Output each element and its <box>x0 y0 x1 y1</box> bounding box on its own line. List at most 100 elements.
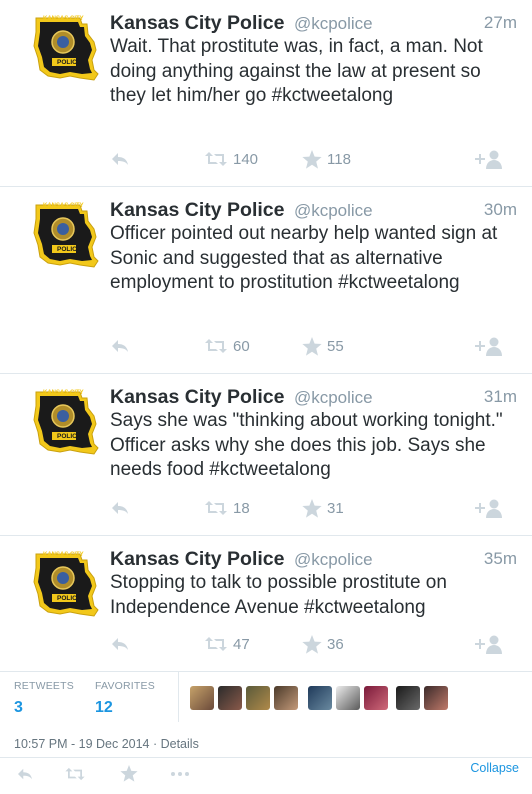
tweet-header: Kansas City Police @kcpolice 30m <box>110 199 517 221</box>
favoriter-avatar[interactable] <box>274 686 298 710</box>
star-icon <box>302 634 322 654</box>
reply-icon <box>112 502 128 514</box>
kc-police-badge-avatar[interactable] <box>30 199 102 271</box>
tweet-actions: 47 36 <box>0 632 532 656</box>
retweet-icon <box>205 501 227 515</box>
retweet-button[interactable]: 60 <box>204 334 250 358</box>
retweet-count: 18 <box>233 499 250 517</box>
star-icon[interactable] <box>120 765 138 782</box>
star-icon <box>302 149 322 169</box>
tweet-actions: 140 118 <box>0 147 532 171</box>
tweet-author-name[interactable]: Kansas City Police <box>110 386 285 408</box>
favorite-button[interactable]: 118 <box>302 147 351 171</box>
favoriter-avatar[interactable] <box>396 686 420 710</box>
reply-button[interactable] <box>110 147 130 171</box>
more-options-icon[interactable] <box>170 771 190 777</box>
favorite-count: 55 <box>327 337 344 355</box>
tweet-detail-timestamp[interactable]: 10:57 PM - 19 Dec 2014 · Details <box>14 737 199 751</box>
favorite-count: 118 <box>327 150 351 168</box>
favorites-total: 12 <box>95 699 113 716</box>
tweet-author-name[interactable]: Kansas City Police <box>110 548 285 570</box>
favoriter-avatar[interactable] <box>424 686 448 710</box>
kc-police-badge-avatar[interactable] <box>30 548 102 620</box>
reply-button[interactable] <box>110 632 130 656</box>
badge-top-text: KANSAS CITY <box>43 203 84 209</box>
tweet-text: Officer pointed out nearby help wanted s… <box>110 223 498 293</box>
follow-user-icon <box>475 150 502 169</box>
retweet-count: 60 <box>233 337 250 355</box>
tweet-author-handle[interactable]: @kcpolice <box>294 550 373 569</box>
follow-user-icon <box>475 499 502 518</box>
badge-bottom-text: POLICE <box>57 59 82 66</box>
retweets-stat[interactable]: RETWEETS 3 <box>14 680 74 717</box>
tweet-text: Stopping to talk to possible prostitute … <box>110 572 447 618</box>
favoriter-avatar[interactable] <box>218 686 242 710</box>
favorite-count: 36 <box>327 635 344 653</box>
reply-icon <box>112 153 128 165</box>
reply-icon <box>112 340 128 352</box>
follow-button[interactable] <box>474 496 504 520</box>
star-icon <box>302 336 322 356</box>
follow-button[interactable] <box>474 632 504 656</box>
favorite-button[interactable]: 55 <box>302 334 344 358</box>
favoriter-avatar[interactable] <box>308 686 332 710</box>
tweet-timestamp[interactable]: 27m <box>484 13 517 33</box>
follow-user-icon <box>475 337 502 356</box>
badge-top-text: KANSAS CITY <box>43 552 84 558</box>
tweet-timestamp[interactable]: 35m <box>484 549 517 569</box>
reply-button[interactable] <box>110 334 130 358</box>
tweet-text: Says she was "thinking about working ton… <box>110 410 503 480</box>
favorite-button[interactable]: 36 <box>302 632 344 656</box>
badge-top-text: KANSAS CITY <box>43 390 84 396</box>
tweet-timestamp[interactable]: 30m <box>484 200 517 220</box>
tweet-author-handle[interactable]: @kcpolice <box>294 388 373 407</box>
retweet-button[interactable]: 140 <box>204 147 258 171</box>
follow-button[interactable] <box>474 334 504 358</box>
retweets-total: 3 <box>14 699 23 716</box>
tweet[interactable]: KANSAS CITY POLICE Kansas City Police @k… <box>0 536 532 672</box>
badge-top-text: KANSAS CITY <box>43 16 84 22</box>
retweet-button[interactable]: 18 <box>204 496 250 520</box>
follow-button[interactable] <box>474 147 504 171</box>
favorites-label: FAVORITES <box>95 680 155 692</box>
favoriter-avatar[interactable] <box>336 686 360 710</box>
retweet-count: 47 <box>233 635 250 653</box>
favorite-button[interactable]: 31 <box>302 496 344 520</box>
retweet-button[interactable]: 47 <box>204 632 250 656</box>
tweet[interactable]: KANSAS CITY POLICE Kansas City Police @k… <box>0 374 532 536</box>
tweet-header: Kansas City Police @kcpolice 31m <box>110 386 517 408</box>
tweet-author-handle[interactable]: @kcpolice <box>294 201 373 220</box>
tweet-header: Kansas City Police @kcpolice 35m <box>110 548 517 570</box>
tweet[interactable]: KANSAS CITY POLICE Kansas City Police @k… <box>0 187 532 374</box>
divider <box>0 757 532 758</box>
kc-police-badge-avatar[interactable] <box>30 386 102 458</box>
kc-police-badge-avatar[interactable] <box>30 12 102 84</box>
reply-icon[interactable] <box>16 767 34 781</box>
tweet-author-name[interactable]: Kansas City Police <box>110 12 285 34</box>
tweet-author-handle[interactable]: @kcpolice <box>294 14 373 33</box>
retweet-icon[interactable] <box>64 767 86 781</box>
badge-bottom-text: POLICE <box>57 246 82 253</box>
favoriter-avatar[interactable] <box>246 686 270 710</box>
tweet-actions: 60 55 <box>0 334 532 358</box>
follow-user-icon <box>475 635 502 654</box>
badge-bottom-text: POLICE <box>57 595 82 602</box>
retweet-icon <box>205 637 227 651</box>
tweet-actions: 18 31 <box>0 496 532 520</box>
reply-button[interactable] <box>110 496 130 520</box>
tweet-text: Wait. That prostitute was, in fact, a ma… <box>110 36 483 106</box>
retweet-count: 140 <box>233 150 259 168</box>
retweets-label: RETWEETS <box>14 680 74 692</box>
tweet-author-name[interactable]: Kansas City Police <box>110 199 285 221</box>
reply-icon <box>112 638 128 650</box>
favoriter-avatar[interactable] <box>190 686 214 710</box>
tweet-timestamp[interactable]: 31m <box>484 387 517 407</box>
favorites-stat[interactable]: FAVORITES 12 <box>95 680 155 717</box>
collapse-link[interactable]: Collapse <box>470 761 519 775</box>
tweet[interactable]: KANSAS CITY POLICE Kansas City Police @k… <box>0 0 532 187</box>
retweet-icon <box>205 339 227 353</box>
footer-actions <box>0 765 532 785</box>
favoriter-avatar[interactable] <box>364 686 388 710</box>
stats-divider <box>178 672 179 722</box>
tweet-header: Kansas City Police @kcpolice 27m <box>110 12 517 34</box>
